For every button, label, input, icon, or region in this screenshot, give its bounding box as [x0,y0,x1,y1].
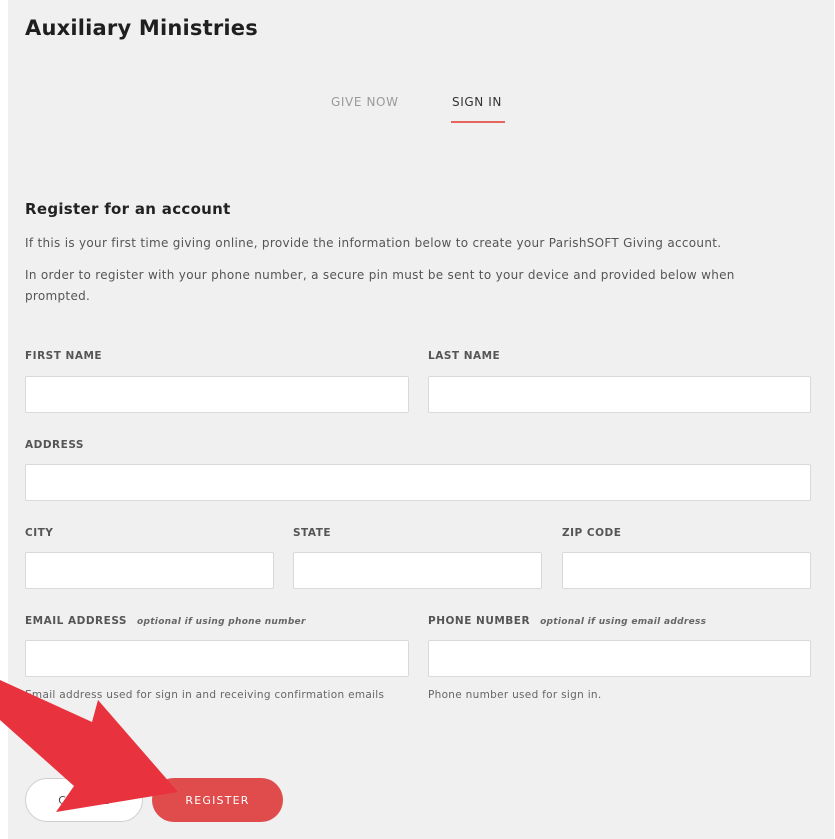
red-arrow-icon [0,680,178,812]
